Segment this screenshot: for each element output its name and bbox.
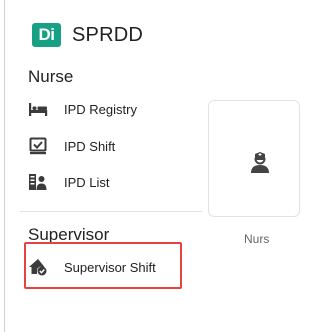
sidebar-item-ipd-shift[interactable]: IPD Shift xyxy=(28,132,115,160)
sidebar-item-label: IPD Registry xyxy=(64,101,137,117)
check-box-icon xyxy=(28,136,48,156)
section-title-nurse: Nurse xyxy=(28,67,74,86)
sidebar-item-ipd-list[interactable]: IPD List xyxy=(28,168,110,196)
sidebar-item-ipd-registry[interactable]: IPD Registry xyxy=(28,95,137,123)
window-left-border xyxy=(4,0,5,332)
nurse-icon xyxy=(248,150,272,174)
patient-list-icon xyxy=(28,172,48,192)
app-title: SPRDD xyxy=(72,24,144,46)
app-logo: Di xyxy=(32,23,61,47)
highlight-annotation xyxy=(24,242,182,289)
sidebar-item-label: IPD Shift xyxy=(64,138,116,154)
bed-icon xyxy=(28,99,48,119)
section-divider xyxy=(20,211,202,212)
card-label: Nurs xyxy=(244,232,270,246)
sidebar-item-label: IPD List xyxy=(64,174,110,190)
